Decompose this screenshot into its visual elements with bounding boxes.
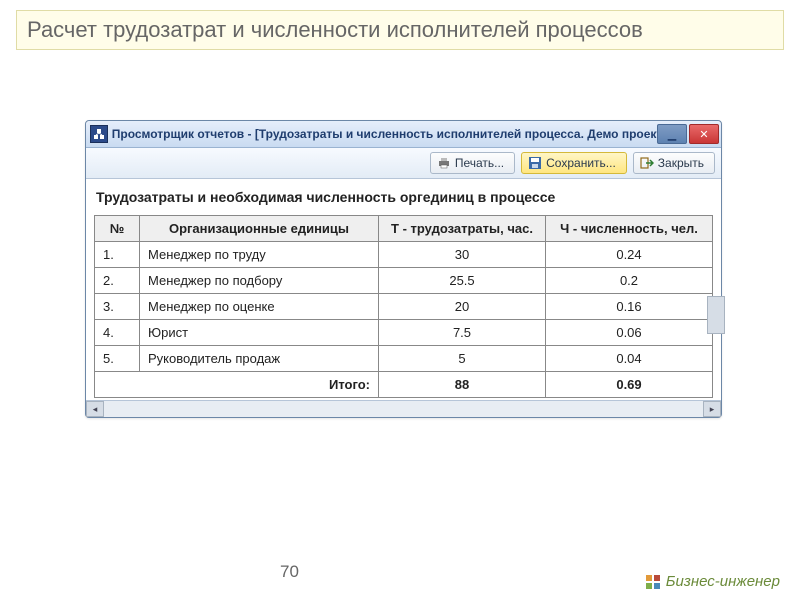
cell-org: Руководитель продаж: [140, 346, 379, 372]
report-viewer-window: Просмотрщик отчетов - [Трудозатраты и чи…: [85, 120, 722, 418]
cell-org: Менеджер по оценке: [140, 294, 379, 320]
cell-ch: 0.06: [546, 320, 713, 346]
total-label: Итого:: [95, 372, 379, 398]
cell-ch: 0.2: [546, 268, 713, 294]
save-label: Сохранить...: [546, 156, 616, 170]
titlebar: Просмотрщик отчетов - [Трудозатраты и чи…: [86, 121, 721, 148]
table-row: 4. Юрист 7.5 0.06: [95, 320, 713, 346]
slide-title: Расчет трудозатрат и численности исполни…: [16, 10, 784, 50]
cell-ch: 0.04: [546, 346, 713, 372]
minimize-button[interactable]: ▁: [657, 124, 687, 144]
cell-num: 2.: [95, 268, 140, 294]
close-window-button[interactable]: ✕: [689, 124, 719, 144]
cell-num: 4.: [95, 320, 140, 346]
cell-org: Менеджер по труду: [140, 242, 379, 268]
exit-icon: [640, 156, 654, 170]
cell-num: 1.: [95, 242, 140, 268]
table-row: 1. Менеджер по труду 30 0.24: [95, 242, 713, 268]
cell-t: 7.5: [379, 320, 546, 346]
cell-num: 5.: [95, 346, 140, 372]
close-button[interactable]: Закрыть: [633, 152, 715, 174]
total-ch: 0.69: [546, 372, 713, 398]
col-num: №: [95, 216, 140, 242]
print-button[interactable]: Печать...: [430, 152, 515, 174]
cell-ch: 0.16: [546, 294, 713, 320]
save-icon: [528, 156, 542, 170]
table-row: 3. Менеджер по оценке 20 0.16: [95, 294, 713, 320]
window-title: Просмотрщик отчетов - [Трудозатраты и чи…: [112, 127, 657, 141]
horizontal-scrollbar[interactable]: ◂ ▸: [86, 400, 721, 417]
total-t: 88: [379, 372, 546, 398]
app-icon: [90, 125, 108, 143]
scroll-right-button[interactable]: ▸: [703, 401, 721, 417]
page-number: 70: [280, 562, 299, 582]
cell-ch: 0.24: [546, 242, 713, 268]
col-org: Организационные единицы: [140, 216, 379, 242]
cell-org: Менеджер по подбору: [140, 268, 379, 294]
scroll-left-button[interactable]: ◂: [86, 401, 104, 417]
cell-t: 20: [379, 294, 546, 320]
report-content: Трудозатраты и необходимая численность о…: [86, 179, 721, 400]
table-total-row: Итого: 88 0.69: [95, 372, 713, 398]
table-row: 2. Менеджер по подбору 25.5 0.2: [95, 268, 713, 294]
table-row: 5. Руководитель продаж 5 0.04: [95, 346, 713, 372]
footer-brand: Бизнес-инженер: [646, 573, 780, 590]
close-label: Закрыть: [658, 156, 704, 170]
brand-text: Бизнес-инженер: [666, 573, 780, 590]
print-label: Печать...: [455, 156, 504, 170]
report-table: № Организационные единицы Т - трудозатра…: [94, 215, 713, 398]
vertical-scroll-fragment[interactable]: [707, 296, 725, 334]
col-t: Т - трудозатраты, час.: [379, 216, 546, 242]
cell-t: 30: [379, 242, 546, 268]
toolbar: Печать... Сохранить... Закрыть: [86, 148, 721, 179]
brand-icon: [646, 575, 660, 589]
table-header-row: № Организационные единицы Т - трудозатра…: [95, 216, 713, 242]
cell-org: Юрист: [140, 320, 379, 346]
report-title: Трудозатраты и необходимая численность о…: [94, 185, 713, 215]
save-button[interactable]: Сохранить...: [521, 152, 627, 174]
cell-num: 3.: [95, 294, 140, 320]
cell-t: 25.5: [379, 268, 546, 294]
cell-t: 5: [379, 346, 546, 372]
col-ch: Ч - численность, чел.: [546, 216, 713, 242]
printer-icon: [437, 156, 451, 170]
